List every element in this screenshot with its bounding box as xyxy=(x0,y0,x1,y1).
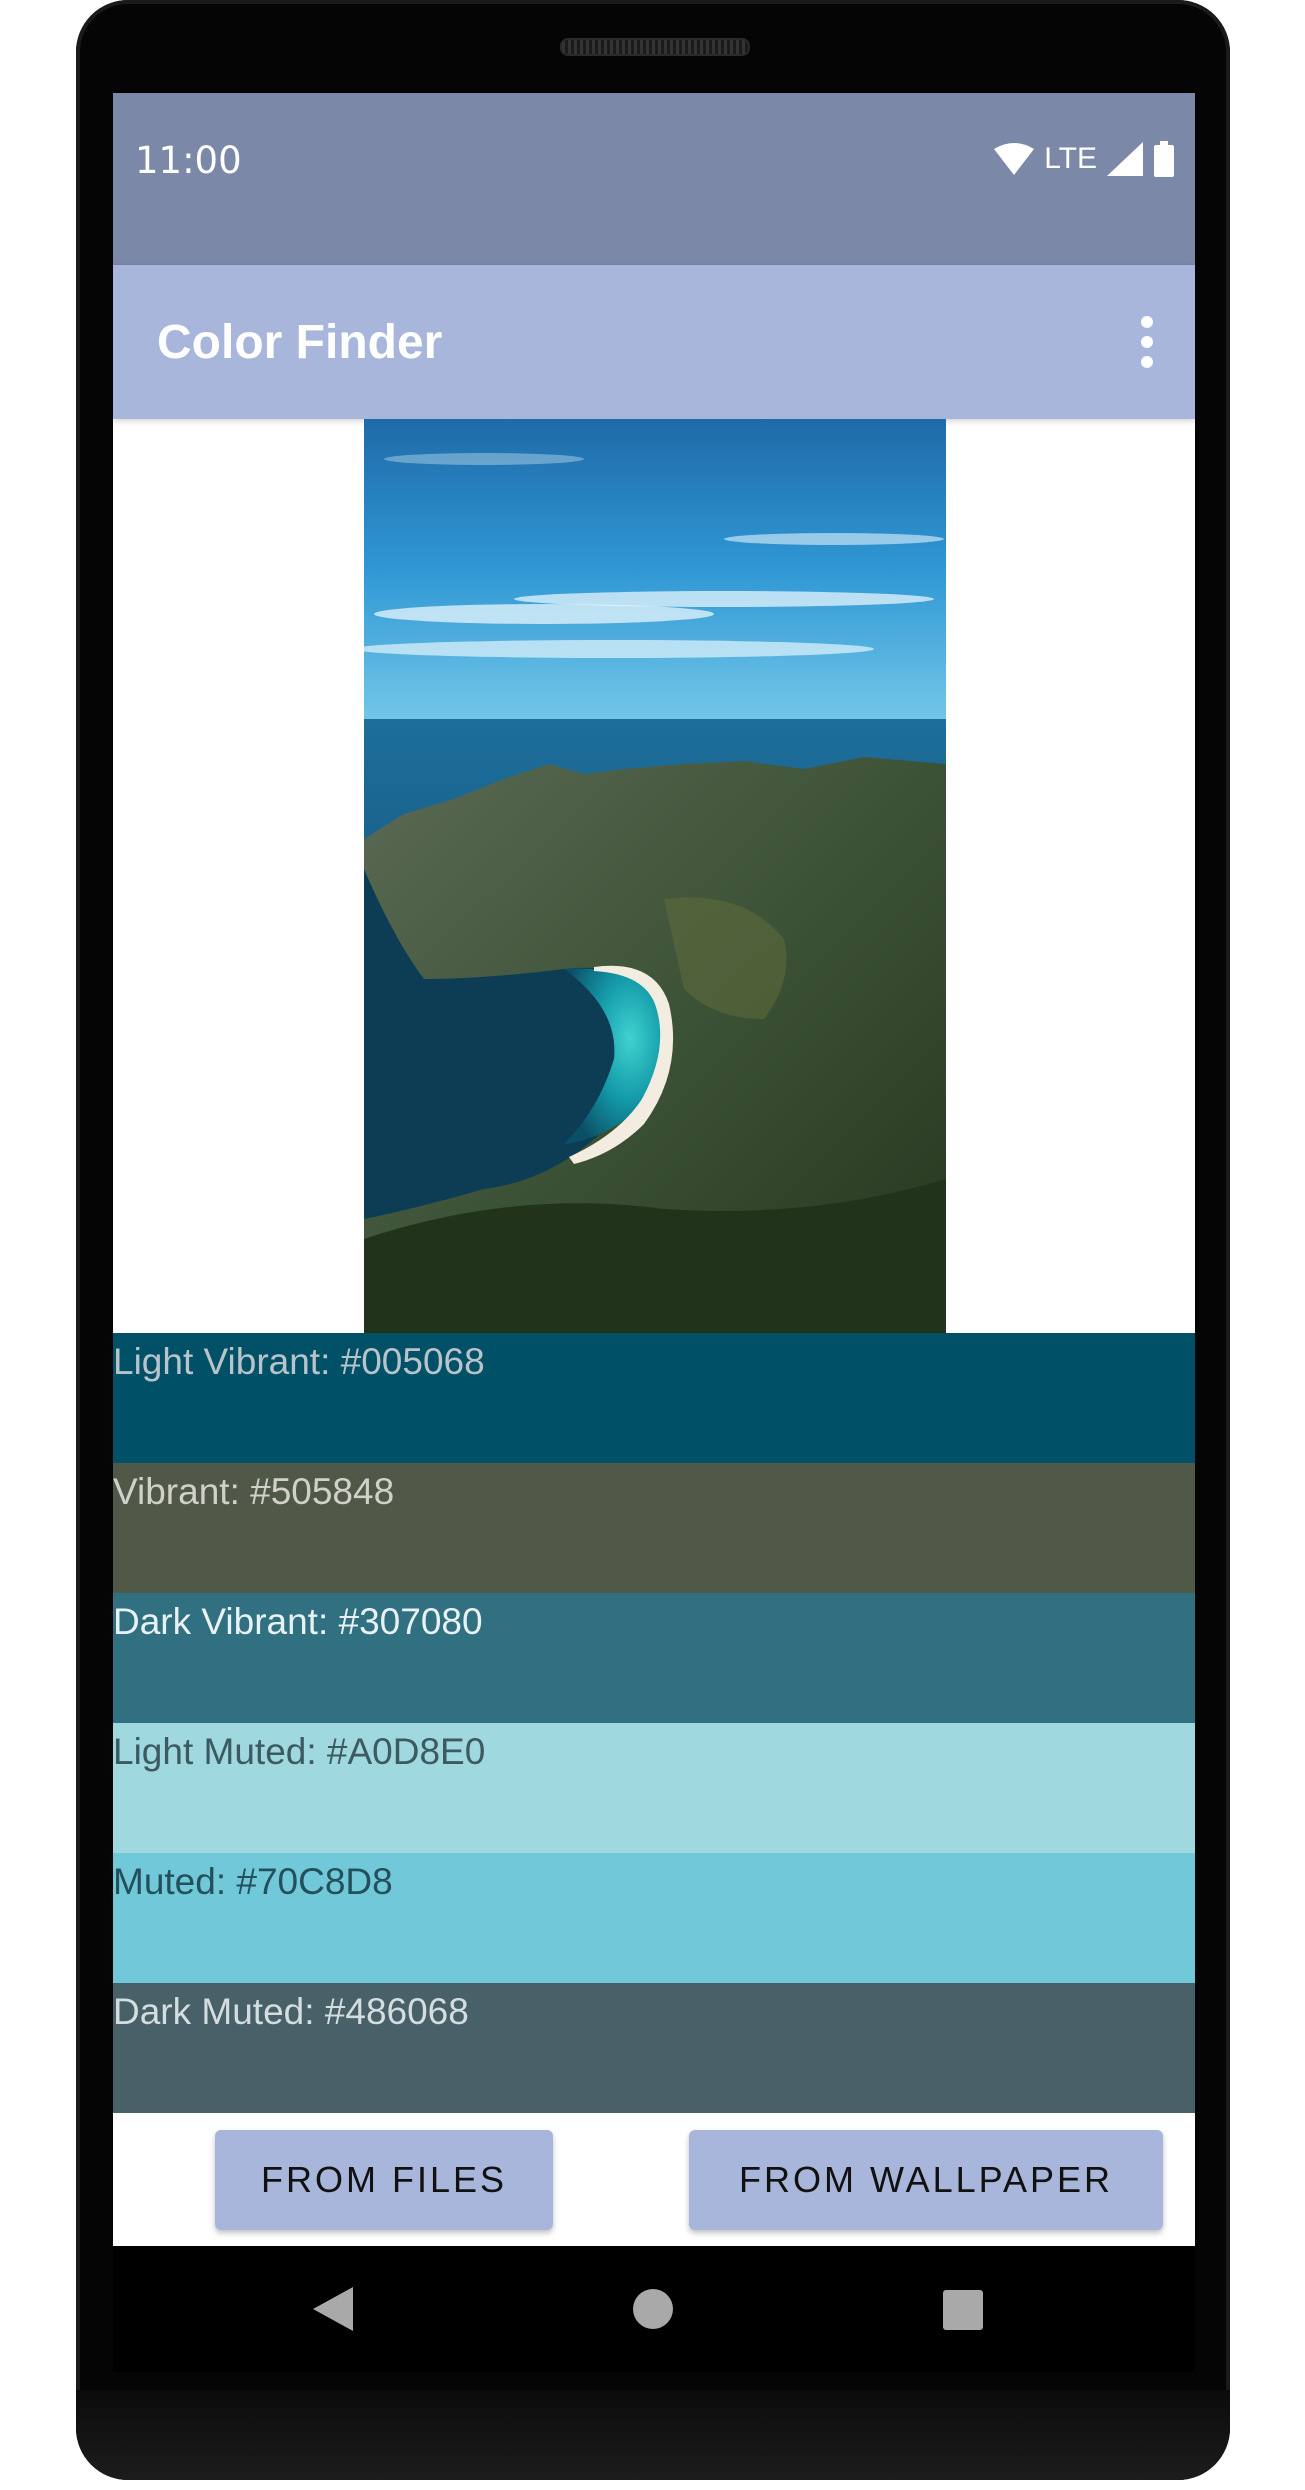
status-time: 11:00 xyxy=(135,139,242,182)
selected-image xyxy=(364,419,946,1333)
swatch-label: Light Muted: #A0D8E0 xyxy=(113,1731,486,1772)
app-title: Color Finder xyxy=(157,316,443,369)
earpiece-speaker xyxy=(560,38,750,56)
swatch-light-vibrant: Light Vibrant: #005068 xyxy=(113,1333,1195,1463)
swatch-label: Dark Vibrant: #307080 xyxy=(113,1601,483,1642)
battery-icon xyxy=(1154,141,1174,177)
back-icon[interactable] xyxy=(313,2287,353,2331)
phone-screen: 11:00 LTE Color Finder Light Vibrant: #0… xyxy=(113,93,1195,2246)
more-vert-icon[interactable] xyxy=(1139,315,1155,369)
swatch-light-muted: Light Muted: #A0D8E0 xyxy=(113,1723,1195,1853)
button-row: FROM FILES FROM WALLPAPER xyxy=(113,2113,1195,2246)
home-icon[interactable] xyxy=(633,2289,673,2329)
from-wallpaper-button[interactable]: FROM WALLPAPER xyxy=(689,2130,1163,2230)
swatch-label: Vibrant: #505848 xyxy=(113,1471,395,1512)
swatch-dark-muted: Dark Muted: #486068 xyxy=(113,1983,1195,2113)
swatch-muted: Muted: #70C8D8 xyxy=(113,1853,1195,1983)
navigation-bar xyxy=(113,2246,1195,2372)
network-type-label: LTE xyxy=(1044,142,1097,175)
status-bar: 11:00 LTE xyxy=(113,93,1195,265)
app-bar: Color Finder xyxy=(113,265,1195,419)
swatch-label: Light Vibrant: #005068 xyxy=(113,1341,485,1382)
signal-icon xyxy=(1107,142,1143,176)
from-files-button[interactable]: FROM FILES xyxy=(215,2130,553,2230)
recents-icon[interactable] xyxy=(943,2290,983,2330)
swatch-dark-vibrant: Dark Vibrant: #307080 xyxy=(113,1593,1195,1723)
swatch-vibrant: Vibrant: #505848 xyxy=(113,1463,1195,1593)
status-icons: LTE xyxy=(994,139,1175,179)
swatch-label: Muted: #70C8D8 xyxy=(113,1861,393,1902)
wifi-icon xyxy=(994,143,1035,175)
swatch-label: Dark Muted: #486068 xyxy=(113,1991,469,2032)
palette-list: Light Vibrant: #005068 Vibrant: #505848 … xyxy=(113,1333,1195,2113)
phone-chin xyxy=(76,2390,1230,2480)
